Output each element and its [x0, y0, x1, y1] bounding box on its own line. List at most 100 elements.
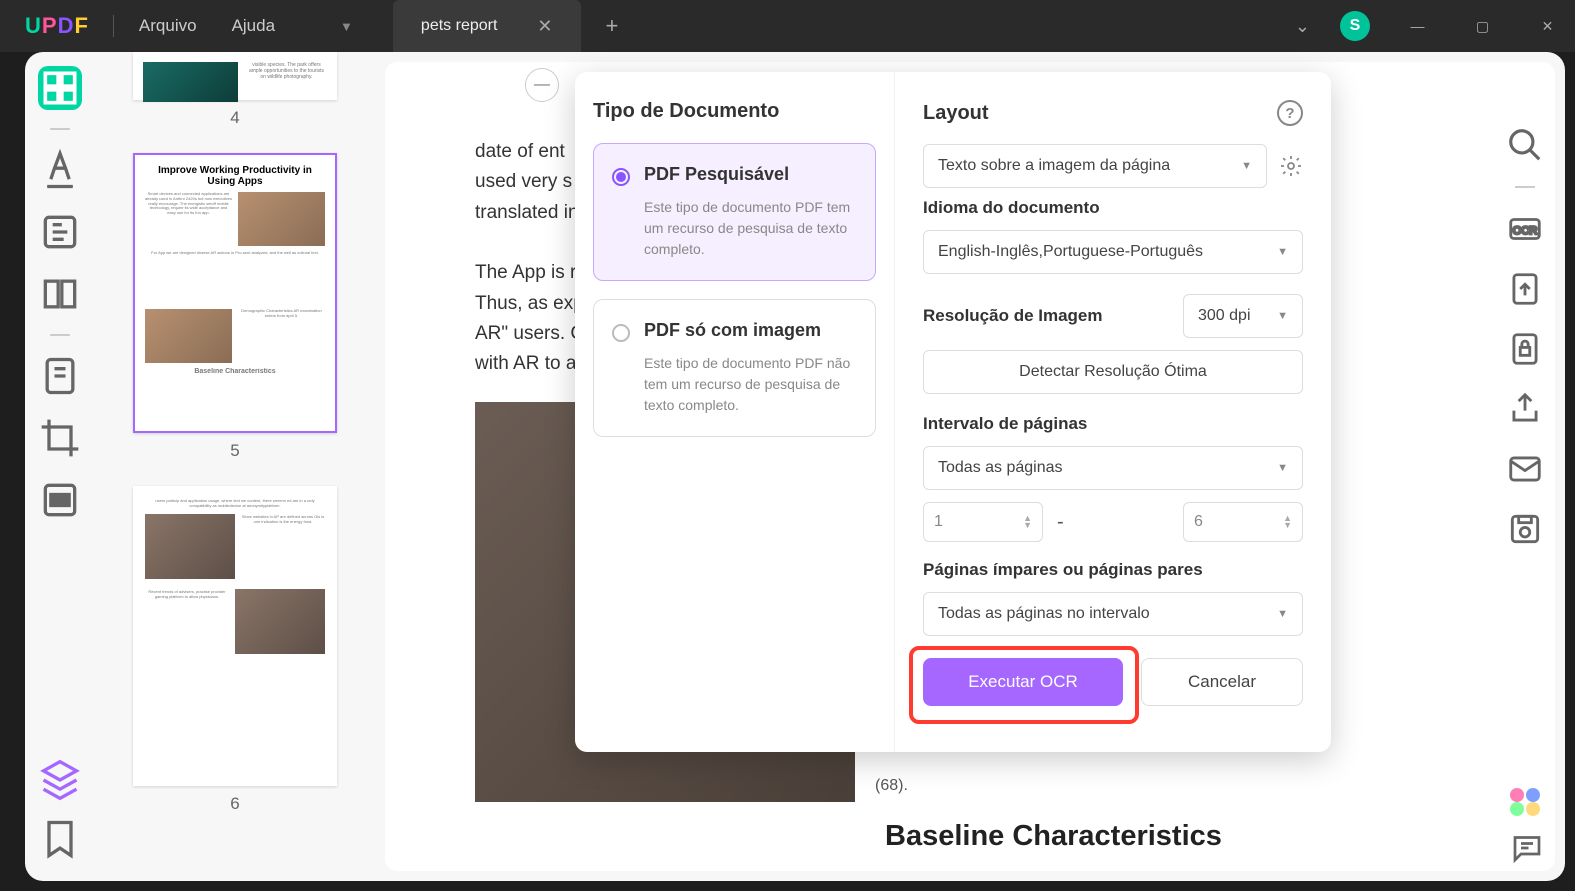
- image-only-desc: Este tipo de documento PDF não tem um re…: [644, 353, 859, 416]
- thumbnails-tool[interactable]: [38, 66, 82, 110]
- doc-type-searchable[interactable]: PDF Pesquisável Este tipo de documento P…: [593, 143, 876, 281]
- document-tab[interactable]: pets report ✕: [393, 0, 581, 52]
- form-tool[interactable]: [38, 354, 82, 398]
- ocr-panel: Tipo de Documento PDF Pesquisável Este t…: [575, 72, 1331, 752]
- baseline-note: (68).: [875, 777, 908, 795]
- minimize-button[interactable]: —: [1400, 18, 1435, 34]
- tab-title: pets report: [421, 17, 497, 35]
- chevron-down-icon: ▼: [1277, 310, 1288, 322]
- menu-help[interactable]: Ajuda: [232, 16, 275, 36]
- separator: [1515, 186, 1535, 188]
- chevron-down-icon: ▼: [1277, 462, 1288, 474]
- share-icon[interactable]: [1506, 390, 1544, 428]
- right-toolbar: OCR: [1495, 114, 1555, 548]
- pages-tool[interactable]: [38, 272, 82, 316]
- thumb-5-text3: Demographic Characteristics AR examinati…: [238, 309, 325, 363]
- chevron-down-icon: ▼: [1241, 160, 1252, 172]
- layout-value: Texto sobre a imagem da página: [938, 157, 1170, 175]
- edit-tool[interactable]: [38, 210, 82, 254]
- new-tab-button[interactable]: +: [606, 13, 619, 39]
- range-label: Intervalo de páginas: [923, 414, 1303, 434]
- chevron-down-icon: ▼: [1277, 246, 1288, 258]
- ocr-icon[interactable]: OCR: [1506, 210, 1544, 248]
- thumbnail-page-5[interactable]: Improve Working Productivity in Using Ap…: [115, 153, 355, 461]
- resolution-select[interactable]: 300 dpi ▼: [1183, 294, 1303, 338]
- parity-label: Páginas ímpares ou páginas pares: [923, 560, 1303, 580]
- title-bar: U P D F Arquivo Ajuda ▼ pets report ✕ + …: [0, 0, 1575, 52]
- radio-searchable[interactable]: [612, 168, 630, 186]
- ai-icon[interactable]: [1505, 781, 1545, 821]
- thumb-4-image: [143, 62, 238, 102]
- range-from-value: 1: [934, 513, 943, 531]
- parity-select[interactable]: Todas as páginas no intervalo ▼: [923, 592, 1303, 636]
- save-icon[interactable]: [1506, 510, 1544, 548]
- resolution-label: Resolução de Imagem: [923, 306, 1103, 326]
- maximize-button[interactable]: ▢: [1465, 18, 1500, 35]
- detect-resolution-button[interactable]: Detectar Resolução Ótima: [923, 350, 1303, 394]
- close-button[interactable]: ✕: [1530, 18, 1565, 35]
- search-icon[interactable]: [1506, 126, 1544, 164]
- thumb-5-heading: Baseline Characteristics: [145, 368, 325, 422]
- logo-u: U: [25, 13, 41, 39]
- searchable-title: PDF Pesquisável: [644, 164, 859, 185]
- thumb-6-text2: Since websites in AP are defined across …: [241, 514, 325, 579]
- divider: [113, 15, 114, 37]
- convert-icon[interactable]: [1506, 270, 1544, 308]
- highlight-tool[interactable]: [38, 148, 82, 192]
- spinner-arrows[interactable]: ▲▼: [1283, 515, 1292, 529]
- layers-tool[interactable]: [38, 758, 82, 802]
- range-from-input[interactable]: 1 ▲▼: [923, 502, 1043, 542]
- range-value: Todas as páginas: [938, 459, 1063, 477]
- lang-value: English-Inglês,Portuguese-Português: [938, 243, 1203, 261]
- resolution-value: 300 dpi: [1198, 307, 1251, 325]
- doc-type-image-only[interactable]: PDF só com imagem Este tipo de documento…: [593, 299, 876, 437]
- logo-p: P: [42, 13, 57, 39]
- image-only-title: PDF só com imagem: [644, 320, 859, 341]
- thumbnail-page-4[interactable]: visible species. The park offers ample o…: [115, 52, 355, 128]
- menu-file[interactable]: Arquivo: [139, 16, 197, 36]
- crop-tool[interactable]: [38, 416, 82, 460]
- svg-text:OCR: OCR: [1513, 225, 1538, 237]
- cancel-button[interactable]: Cancelar: [1141, 658, 1303, 706]
- app-logo: U P D F: [25, 13, 88, 39]
- thumb-6-text: users particip and application usage, wh…: [145, 498, 325, 508]
- bookmark-tool[interactable]: [38, 817, 82, 861]
- range-dash: -: [1057, 511, 1064, 534]
- redact-tool[interactable]: [38, 478, 82, 522]
- doc-type-title: Tipo de Documento: [593, 100, 876, 123]
- parity-value: Todas as páginas no intervalo: [938, 605, 1150, 623]
- page-range-select[interactable]: Todas as páginas ▼: [923, 446, 1303, 490]
- zoom-out-button[interactable]: —: [525, 68, 559, 102]
- tab-close-button[interactable]: ✕: [537, 16, 552, 37]
- thumb-6-image1: [145, 514, 235, 579]
- document-text: date of entused very stranslated in The …: [475, 137, 584, 410]
- thumb-5-image: [238, 192, 325, 246]
- gear-icon[interactable]: [1279, 154, 1303, 178]
- baseline-heading: Baseline Characteristics: [885, 820, 1222, 853]
- spinner-arrows[interactable]: ▲▼: [1023, 515, 1032, 529]
- chevron-down-icon: ▼: [1277, 608, 1288, 620]
- thumb-4-text: visible species. The park offers ample o…: [246, 62, 327, 102]
- thumbnail-page-6[interactable]: users particip and application usage, wh…: [115, 486, 355, 814]
- language-select[interactable]: English-Inglês,Portuguese-Português ▼: [923, 230, 1303, 274]
- ocr-doc-type-section: Tipo de Documento PDF Pesquisável Este t…: [575, 72, 895, 752]
- separator: [50, 128, 70, 130]
- thumbnails-panel[interactable]: visible species. The park offers ample o…: [95, 52, 375, 881]
- layout-label: Layout: [923, 102, 989, 125]
- searchable-desc: Este tipo de documento PDF tem um recurs…: [644, 197, 859, 260]
- dropdown-indicator[interactable]: ▼: [340, 19, 353, 34]
- radio-image-only[interactable]: [612, 324, 630, 342]
- range-to-input[interactable]: 6 ▲▼: [1183, 502, 1303, 542]
- help-icon[interactable]: ?: [1277, 100, 1303, 126]
- thumb-6-image2: [235, 589, 325, 654]
- user-avatar[interactable]: S: [1340, 11, 1370, 41]
- protect-icon[interactable]: [1506, 330, 1544, 368]
- chat-icon[interactable]: [1509, 830, 1545, 866]
- email-icon[interactable]: [1506, 450, 1544, 488]
- thumb-5-title: Improve Working Productivity in Using Ap…: [145, 165, 325, 187]
- execute-ocr-button[interactable]: Executar OCR: [923, 658, 1123, 706]
- layout-select[interactable]: Texto sobre a imagem da página ▼: [923, 144, 1267, 188]
- separator: [50, 334, 70, 336]
- logo-d: D: [58, 13, 74, 39]
- chevron-down-icon[interactable]: ⌄: [1295, 16, 1310, 37]
